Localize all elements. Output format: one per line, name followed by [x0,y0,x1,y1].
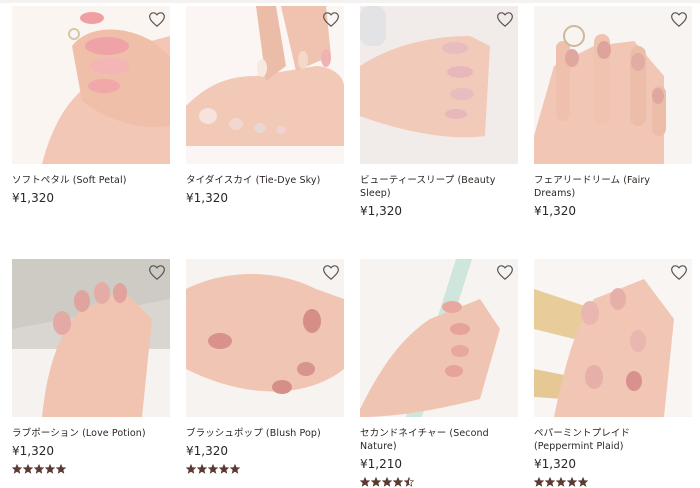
product-card[interactable]: ブラッシュポップ (Blush Pop) ¥1,320 [186,259,344,474]
product-card[interactable]: フェアリードリーム (Fairy Dreams) ¥1,320 [534,6,692,218]
star-icon [12,464,22,474]
wishlist-heart-icon[interactable] [149,265,167,281]
product-price: ¥1,320 [360,204,402,218]
product-image[interactable] [360,6,518,164]
product-name[interactable]: ブラッシュポップ (Blush Pop) [186,427,344,440]
product-card[interactable]: タイダイスカイ (Tie-Dye Sky) ¥1,320 [186,6,344,205]
star-icon [534,477,544,487]
star-icon [219,464,229,474]
star-icon [23,464,33,474]
product-image[interactable] [360,259,518,417]
product-name[interactable]: セカンドネイチャー (Second Nature) [360,427,518,453]
star-icon [578,477,588,487]
product-name[interactable]: ペパーミントプレイド (Peppermint Plaid) [534,427,692,453]
product-image[interactable] [534,6,692,164]
star-icon [545,477,555,487]
star-icon [556,477,566,487]
star-icon [404,477,414,487]
rating-stars [534,477,692,487]
product-name[interactable]: ラブポーション (Love Potion) [12,427,170,440]
product-name[interactable]: タイダイスカイ (Tie-Dye Sky) [186,174,344,187]
wishlist-heart-icon[interactable] [497,265,515,281]
wishlist-heart-icon[interactable] [149,12,167,28]
product-price: ¥1,320 [12,444,54,458]
product-price: ¥1,320 [12,191,54,205]
star-icon [208,464,218,474]
product-image[interactable] [186,259,344,417]
product-image[interactable] [186,6,344,164]
product-grid: ソフトペタル (Soft Petal) ¥1,320 タイダイスカイ (Tie-… [0,0,700,488]
rating-stars [360,477,518,487]
product-card[interactable]: ラブポーション (Love Potion) ¥1,320 [12,259,170,474]
wishlist-heart-icon[interactable] [671,265,689,281]
product-card[interactable]: ビューティースリープ (Beauty Sleep) ¥1,320 [360,6,518,218]
product-card[interactable]: セカンドネイチャー (Second Nature) ¥1,210 [360,259,518,487]
star-icon [371,477,381,487]
product-card[interactable]: ソフトペタル (Soft Petal) ¥1,320 [12,6,170,205]
star-icon [34,464,44,474]
product-price: ¥1,210 [360,457,402,471]
wishlist-heart-icon[interactable] [323,265,341,281]
product-price: ¥1,320 [186,191,228,205]
rating-stars [186,464,344,474]
product-image[interactable] [534,259,692,417]
product-price: ¥1,320 [534,204,576,218]
product-price: ¥1,320 [534,457,576,471]
star-icon [186,464,196,474]
product-name[interactable]: ビューティースリープ (Beauty Sleep) [360,174,518,200]
wishlist-heart-icon[interactable] [323,12,341,28]
star-icon [567,477,577,487]
rating-stars [12,464,170,474]
product-price: ¥1,320 [186,444,228,458]
product-image[interactable] [12,259,170,417]
product-name[interactable]: フェアリードリーム (Fairy Dreams) [534,174,692,200]
star-icon [382,477,392,487]
star-icon [56,464,66,474]
star-icon [393,477,403,487]
star-icon [45,464,55,474]
product-image[interactable] [12,6,170,164]
star-icon [360,477,370,487]
product-name[interactable]: ソフトペタル (Soft Petal) [12,174,170,187]
product-card[interactable]: ペパーミントプレイド (Peppermint Plaid) ¥1,320 [534,259,692,487]
wishlist-heart-icon[interactable] [497,12,515,28]
star-icon [197,464,207,474]
wishlist-heart-icon[interactable] [671,12,689,28]
star-icon [230,464,240,474]
